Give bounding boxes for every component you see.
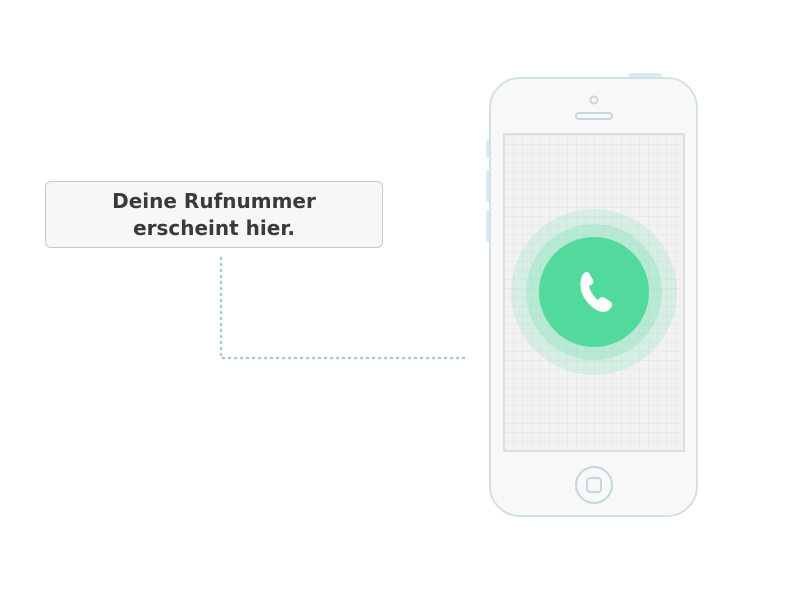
- illustration-stage: Deine Rufnummer erscheint hier.: [0, 0, 800, 600]
- smartphone: [486, 73, 698, 517]
- incoming-call-indicator: [511, 209, 677, 375]
